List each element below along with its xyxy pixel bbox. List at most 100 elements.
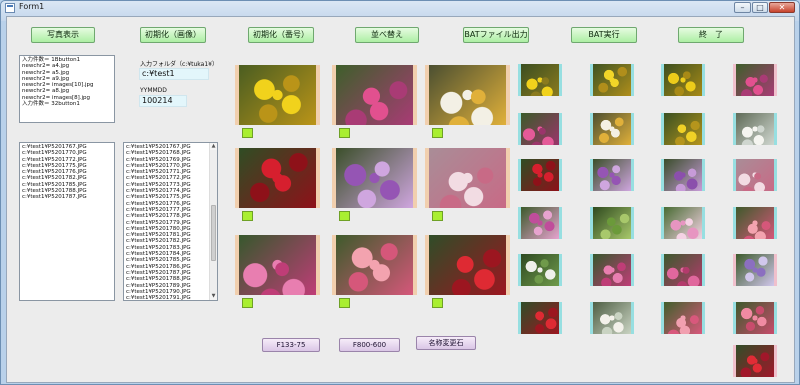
thumbnail-yellow-flowers[interactable] (661, 113, 705, 145)
selected-file-lines: c:¥test1¥P5201767.JPG c:¥test1¥P5201770.J… (22, 144, 112, 201)
selected-files-listbox[interactable]: c:¥test1¥P5201767.JPG c:¥test1¥P5201770.J… (19, 142, 115, 301)
thumbnail-white-yellow-pansies[interactable] (590, 113, 634, 145)
photo-image (336, 235, 413, 295)
photo-image (429, 235, 506, 295)
title-bar: Form1 – □ ✕ (1, 1, 799, 15)
photo-image (239, 65, 316, 125)
photo-image (429, 148, 506, 208)
reset-images-button[interactable]: 初期化（画像） (140, 27, 206, 43)
maximize-button[interactable]: □ (752, 2, 768, 13)
f800-600-button[interactable]: F800-600 (339, 338, 400, 352)
large-photo-purple-flowers[interactable] (332, 148, 417, 208)
input-folder-field[interactable]: c:¥test1 (139, 68, 209, 80)
thumbnail-red-clusters[interactable] (733, 345, 777, 377)
thumbnail-image (664, 64, 702, 96)
log-line[interactable]: 入力件数＝ 32button1 (22, 101, 112, 107)
thumbnail-red-rhododendron[interactable] (518, 159, 562, 191)
large-photo-pink-hibiscus[interactable] (235, 235, 320, 295)
thumbnail-image (521, 254, 559, 286)
thumbnail-purple-flowers[interactable] (661, 159, 705, 191)
thumbnail-image (521, 113, 559, 145)
thumbnail-image (593, 302, 631, 334)
photo-select-checkbox[interactable] (339, 128, 350, 138)
yymmdd-label: YYMMDD (140, 87, 167, 94)
large-photo-yellow-flowers[interactable] (235, 65, 320, 125)
photo-select-checkbox[interactable] (432, 128, 443, 138)
thumbnail-image (664, 159, 702, 191)
scroll-up-arrow-icon[interactable]: ▲ (210, 143, 217, 150)
yymmdd-field[interactable]: 100214 (139, 95, 187, 107)
close-button[interactable]: ✕ (769, 2, 795, 13)
large-photo-red-clusters[interactable] (425, 235, 510, 295)
thumbnail-pink-flower[interactable] (590, 254, 634, 286)
thumbnail-pink-azalea[interactable] (661, 302, 705, 334)
thumbnail-yellow-flowers[interactable] (590, 64, 634, 96)
thumbnail-yellow-flowers[interactable] (518, 64, 562, 96)
thumbnail-green-leaves[interactable] (590, 207, 634, 239)
reset-numbers-button[interactable]: 初期化（番号） (248, 27, 314, 43)
photo-select-checkbox[interactable] (242, 211, 253, 221)
thumbnail-image (521, 302, 559, 334)
large-photo-white-yellow-pansies[interactable] (425, 65, 510, 125)
log-listbox[interactable]: 入力件数＝ 1Bbutton1 newchr2= a4.jpg newchr2= a… (19, 55, 115, 123)
thumbnail-image (736, 302, 774, 334)
photo-select-checkbox[interactable] (432, 298, 443, 308)
bat-output-button[interactable]: BATファイル出力 (463, 27, 529, 43)
thumbnail-image (593, 159, 631, 191)
f133-75-button[interactable]: F133-75 (262, 338, 320, 352)
app-icon (5, 3, 15, 13)
large-photo-pink-azalea[interactable] (332, 235, 417, 295)
thumbnail-image (521, 64, 559, 96)
large-photo-white-pink-dianthus[interactable] (425, 148, 510, 208)
thumbnail-pink-hibiscus[interactable] (661, 254, 705, 286)
large-photo-pink-phlox[interactable] (332, 65, 417, 125)
photo-image (336, 65, 413, 125)
photo-select-checkbox[interactable] (242, 298, 253, 308)
thumbnail-white-blossoms[interactable] (590, 302, 634, 334)
thumbnail-image (664, 254, 702, 286)
thumbnail-image (664, 302, 702, 334)
thumbnail-pink-rose[interactable] (733, 302, 777, 334)
thumbnail-purple-blue-flowers[interactable] (733, 254, 777, 286)
thumbnail-image (736, 207, 774, 239)
scroll-down-arrow-icon[interactable]: ▼ (210, 293, 217, 300)
scroll-thumb[interactable] (211, 205, 216, 261)
thumbnail-yellow-flowers[interactable] (661, 64, 705, 96)
log-lines: 入力件数＝ 1Bbutton1 newchr2= a4.jpg newchr2= a… (22, 57, 112, 107)
thumbnail-purple-flowers[interactable] (590, 159, 634, 191)
thumbnail-magenta-flowers[interactable] (518, 207, 562, 239)
thumbnail-white-blossoms[interactable] (733, 113, 777, 145)
thumbnail-pink-phlox[interactable] (518, 113, 562, 145)
thumbnail-pink-azalea[interactable] (733, 207, 777, 239)
app-window: Form1 – □ ✕ 写真表示 初期化（画像） 初期化（番号） 並べ替え BA… (0, 0, 800, 385)
sort-button[interactable]: 並べ替え (355, 27, 419, 43)
large-photo-red-rhododendron[interactable] (235, 148, 320, 208)
exit-button[interactable]: 終 了 (678, 27, 744, 43)
thumbnail-pink-flowers[interactable] (661, 207, 705, 239)
thumbnail-image (736, 345, 774, 377)
thumbnail-image (736, 254, 774, 286)
file-list-item[interactable]: c:¥test1¥P5201791.JPG (126, 295, 207, 300)
thumbnail-white-pink-dianthus[interactable] (733, 159, 777, 191)
show-photos-button[interactable]: 写真表示 (31, 27, 95, 43)
photo-select-checkbox[interactable] (432, 211, 443, 221)
bat-run-button[interactable]: BAT実行 (571, 27, 637, 43)
thumbnail-image (736, 64, 774, 96)
photo-image (239, 235, 316, 295)
all-files-listbox[interactable]: c:¥test1¥P5201767.JPG c:¥test1¥P5201768.J… (123, 142, 218, 301)
photo-select-checkbox[interactable] (242, 128, 253, 138)
photo-image (239, 148, 316, 208)
rename-button[interactable]: 名称変更石 (416, 336, 476, 350)
thumbnail-image (593, 254, 631, 286)
thumbnail-image (736, 113, 774, 145)
thumbnail-image (593, 113, 631, 145)
minimize-button[interactable]: – (734, 2, 751, 13)
photo-select-checkbox[interactable] (339, 211, 350, 221)
photo-select-checkbox[interactable] (339, 298, 350, 308)
all-files-scrollbar[interactable]: ▲ ▼ (209, 143, 217, 300)
thumbnail-white-flower-leaves[interactable] (518, 254, 562, 286)
photo-image (336, 148, 413, 208)
thumbnail-red-clusters[interactable] (518, 302, 562, 334)
thumbnail-pink-phlox[interactable] (733, 64, 777, 96)
selected-file-item[interactable]: c:¥test1¥P5201787.JPG (22, 194, 112, 200)
